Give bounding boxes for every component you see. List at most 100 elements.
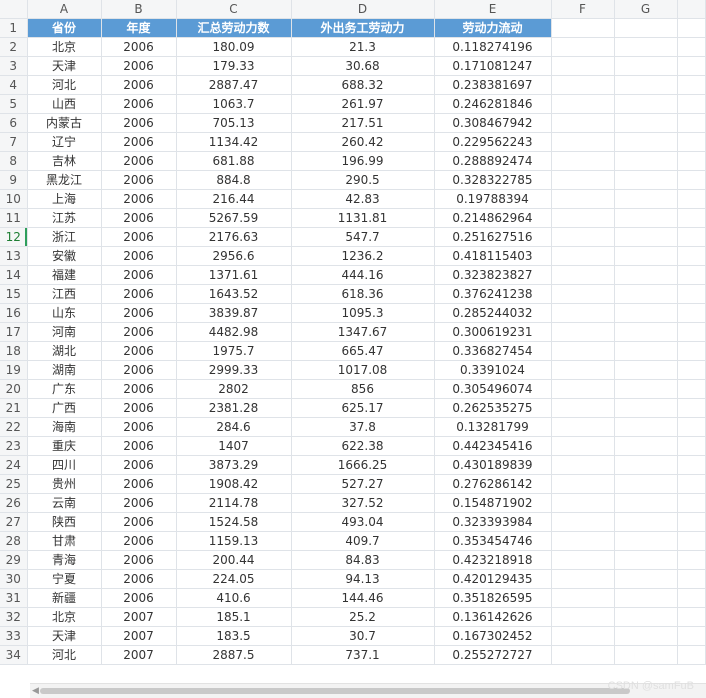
- cell-empty[interactable]: [677, 474, 706, 494]
- cell[interactable]: 2007: [101, 607, 177, 627]
- row-header[interactable]: 28: [0, 531, 28, 551]
- cell[interactable]: 0.418115403: [434, 246, 552, 266]
- cell[interactable]: 0.229562243: [434, 132, 552, 152]
- cell-empty[interactable]: [677, 379, 706, 399]
- cell[interactable]: 0.255272727: [434, 645, 552, 665]
- cell-empty[interactable]: [677, 151, 706, 171]
- cell[interactable]: 0.353454746: [434, 531, 552, 551]
- cell-empty[interactable]: [551, 75, 615, 95]
- cell-empty[interactable]: [551, 303, 615, 323]
- cell[interactable]: 0.238381697: [434, 75, 552, 95]
- column-header-b[interactable]: B: [101, 0, 177, 19]
- header-cell[interactable]: 劳动力流动: [434, 18, 552, 38]
- header-cell[interactable]: 汇总劳动力数: [176, 18, 292, 38]
- cell[interactable]: 2006: [101, 208, 177, 228]
- cell[interactable]: 2006: [101, 94, 177, 114]
- column-header-g[interactable]: G: [614, 0, 678, 19]
- cell[interactable]: 山东: [27, 303, 102, 323]
- cell-empty[interactable]: [551, 170, 615, 190]
- cell[interactable]: 0.276286142: [434, 474, 552, 494]
- cell[interactable]: 2006: [101, 227, 177, 247]
- cell-empty[interactable]: [551, 18, 615, 38]
- cell-empty[interactable]: [677, 341, 706, 361]
- cell[interactable]: 0.442345416: [434, 436, 552, 456]
- cell-empty[interactable]: [677, 56, 706, 76]
- row-header[interactable]: 19: [0, 360, 28, 380]
- cell-empty[interactable]: [677, 208, 706, 228]
- cell[interactable]: 北京: [27, 37, 102, 57]
- row-header[interactable]: 7: [0, 132, 28, 152]
- cell[interactable]: 2006: [101, 341, 177, 361]
- cell[interactable]: 0.171081247: [434, 56, 552, 76]
- cell[interactable]: 327.52: [291, 493, 435, 513]
- cell-empty[interactable]: [677, 189, 706, 209]
- cell-empty[interactable]: [677, 246, 706, 266]
- cell[interactable]: 30.7: [291, 626, 435, 646]
- row-header[interactable]: 15: [0, 284, 28, 304]
- cell-empty[interactable]: [614, 18, 678, 38]
- cell-empty[interactable]: [677, 18, 706, 38]
- cell[interactable]: 5267.59: [176, 208, 292, 228]
- row-header[interactable]: 11: [0, 208, 28, 228]
- cell[interactable]: 618.36: [291, 284, 435, 304]
- cell[interactable]: 天津: [27, 56, 102, 76]
- cell-empty[interactable]: [614, 341, 678, 361]
- cell[interactable]: 4482.98: [176, 322, 292, 342]
- cell-empty[interactable]: [677, 569, 706, 589]
- cell-empty[interactable]: [614, 550, 678, 570]
- cell[interactable]: 493.04: [291, 512, 435, 532]
- cell[interactable]: 0.214862964: [434, 208, 552, 228]
- cell[interactable]: 622.38: [291, 436, 435, 456]
- column-header-e[interactable]: E: [434, 0, 552, 19]
- cell[interactable]: 444.16: [291, 265, 435, 285]
- cell[interactable]: 2006: [101, 550, 177, 570]
- cell[interactable]: 0.323823827: [434, 265, 552, 285]
- cell-empty[interactable]: [551, 227, 615, 247]
- row-header[interactable]: 31: [0, 588, 28, 608]
- cell[interactable]: 183.5: [176, 626, 292, 646]
- cell[interactable]: 0.167302452: [434, 626, 552, 646]
- cell-empty[interactable]: [614, 37, 678, 57]
- cell[interactable]: 2006: [101, 75, 177, 95]
- cell[interactable]: 1524.58: [176, 512, 292, 532]
- cell-empty[interactable]: [677, 645, 706, 665]
- cell-empty[interactable]: [614, 265, 678, 285]
- cell-empty[interactable]: [677, 436, 706, 456]
- cell[interactable]: 2006: [101, 170, 177, 190]
- cell-empty[interactable]: [551, 94, 615, 114]
- cell[interactable]: 河南: [27, 322, 102, 342]
- cell[interactable]: 2006: [101, 531, 177, 551]
- cell-empty[interactable]: [677, 455, 706, 475]
- cell-empty[interactable]: [677, 417, 706, 437]
- cell[interactable]: 0.336827454: [434, 341, 552, 361]
- cell[interactable]: 196.99: [291, 151, 435, 171]
- row-header[interactable]: 30: [0, 569, 28, 589]
- cell-empty[interactable]: [551, 208, 615, 228]
- cell[interactable]: 224.05: [176, 569, 292, 589]
- row-header[interactable]: 32: [0, 607, 28, 627]
- cell[interactable]: 0.136142626: [434, 607, 552, 627]
- row-header[interactable]: 17: [0, 322, 28, 342]
- cell-empty[interactable]: [677, 113, 706, 133]
- cell-empty[interactable]: [614, 474, 678, 494]
- cell[interactable]: 688.32: [291, 75, 435, 95]
- cell[interactable]: 1643.52: [176, 284, 292, 304]
- cell-empty[interactable]: [614, 588, 678, 608]
- row-header[interactable]: 8: [0, 151, 28, 171]
- cell[interactable]: 3839.87: [176, 303, 292, 323]
- cell-empty[interactable]: [677, 626, 706, 646]
- cell-empty[interactable]: [677, 75, 706, 95]
- row-header[interactable]: 33: [0, 626, 28, 646]
- cell[interactable]: 2006: [101, 417, 177, 437]
- cell-empty[interactable]: [614, 208, 678, 228]
- cell[interactable]: 陕西: [27, 512, 102, 532]
- cell[interactable]: 0.305496074: [434, 379, 552, 399]
- cell-empty[interactable]: [677, 512, 706, 532]
- cell[interactable]: 2006: [101, 569, 177, 589]
- cell[interactable]: 0.3391024: [434, 360, 552, 380]
- cell[interactable]: 260.42: [291, 132, 435, 152]
- row-header[interactable]: 12: [0, 227, 28, 247]
- cell[interactable]: 0.118274196: [434, 37, 552, 57]
- row-header[interactable]: 3: [0, 56, 28, 76]
- cell[interactable]: 1908.42: [176, 474, 292, 494]
